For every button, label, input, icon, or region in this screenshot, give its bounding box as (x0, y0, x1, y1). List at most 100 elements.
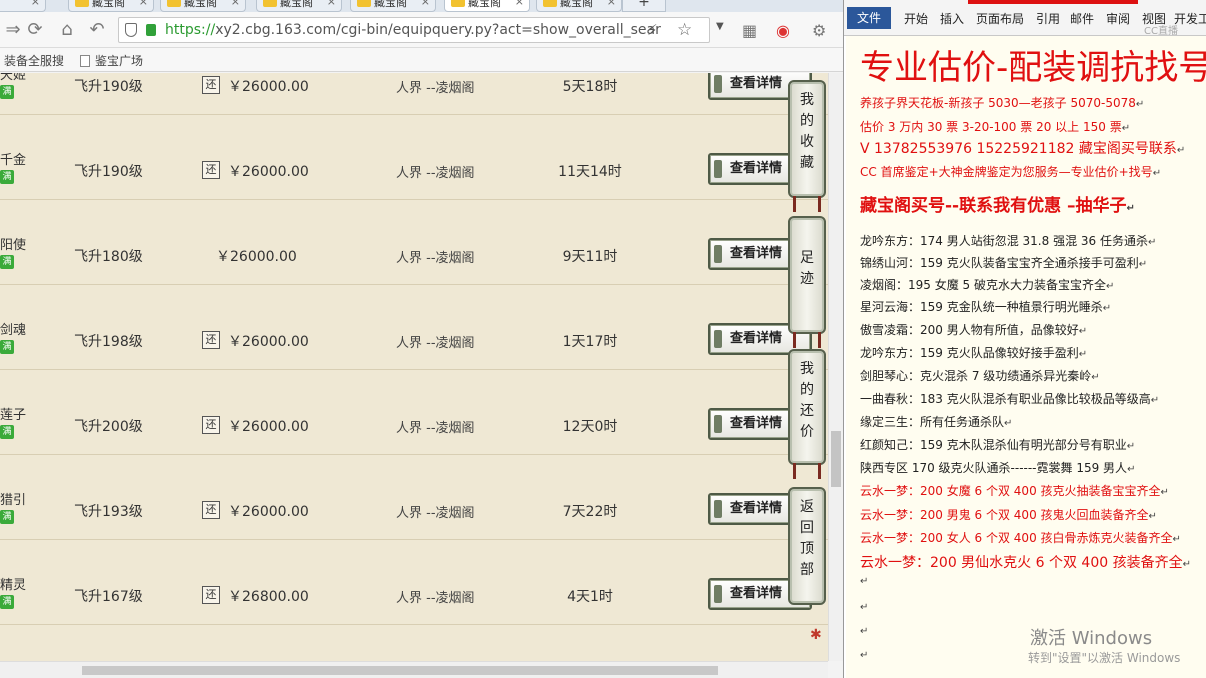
side-button-char: 收 (800, 134, 814, 150)
gamepad-icon[interactable]: ◉ (776, 21, 790, 40)
document-line: CC 首席鉴定+大神金牌鉴定为您服务—专业估价+找号↵ (860, 163, 1161, 180)
character-name[interactable]: 千金 (0, 149, 26, 168)
home-icon[interactable]: ⌂ (56, 19, 78, 41)
paragraph-mark: ↵ (1176, 145, 1186, 156)
character-name[interactable]: 阳使 (0, 234, 26, 253)
time-remaining: 1天17时 (562, 334, 618, 350)
horizontal-scrollbar[interactable] (0, 661, 828, 678)
activate-windows-hint: 转到"设置"以激活 Windows (1028, 651, 1181, 665)
chevron-down-icon[interactable]: ▼ (716, 21, 724, 32)
time-remaining: 9天11时 (562, 249, 618, 265)
listing-row: 剑魂满飞升198级还 ￥26000.00 人界 --凌烟阁 1天17时 查看详情 (0, 285, 828, 370)
document-line: 一曲春秋：183 克火队混杀有职业品像比较极品等级高↵ (860, 390, 1159, 407)
bookmark-item[interactable]: 鉴宝广场 (80, 52, 143, 69)
counter-offer-icon[interactable]: 还 (202, 331, 220, 349)
character-level: 飞升167级 (74, 589, 143, 605)
browser-tab[interactable]: 藏宝阁 × (444, 0, 530, 12)
star-icon[interactable]: ☆ (677, 18, 692, 42)
scrollbar-thumb[interactable] (82, 666, 718, 675)
browser-tab[interactable]: 藏宝阁 × (160, 0, 246, 12)
side-button-char: 我 (800, 361, 814, 377)
server-name: 人界 --凌烟阁 (396, 81, 475, 96)
character-name[interactable]: 剑魂 (0, 319, 26, 338)
url-text[interactable]: https://xy2.cbg.163.com/cgi-bin/equipque… (165, 18, 661, 42)
line-text: 龙吟东方：159 克火队品像较好接手盈利 (860, 346, 1079, 360)
paragraph-mark: ↵ (1127, 464, 1136, 475)
document-line: V 13782553976 15225921182 藏宝阁买号联系↵ (860, 138, 1185, 158)
toolbar-connector (793, 463, 821, 479)
decor-icon: ✱ (810, 627, 822, 643)
paragraph-mark: ↵ (1160, 487, 1169, 498)
tab-insert[interactable]: 插入 (940, 10, 964, 27)
tab-references[interactable]: 引用 (1036, 10, 1060, 27)
lock-icon (146, 24, 156, 36)
favicon-icon (451, 0, 465, 7)
character-name[interactable]: 天姬 (0, 73, 26, 83)
time-remaining: 5天18时 (562, 79, 618, 95)
paragraph-mark: ↵ (1078, 349, 1088, 360)
close-icon[interactable]: × (231, 0, 240, 8)
scrollbar-thumb[interactable] (831, 431, 841, 487)
counter-offer-icon[interactable]: 还 (202, 501, 220, 519)
character-name[interactable]: 精灵 (0, 574, 26, 593)
line-text: 陕西专区 170 级克火队通杀------霓裳舞 159 男人 (860, 461, 1128, 475)
document-line: 藏宝阁买号--联系我有优惠 –抽华子↵ (860, 191, 1135, 216)
footprints-button[interactable]: 足迹 (788, 216, 826, 334)
character-name[interactable]: 猎引 (0, 489, 26, 508)
browser-tab[interactable]: 藏宝阁 × (256, 0, 342, 12)
bookmark-item[interactable]: 装备全服搜 (4, 52, 64, 69)
close-icon[interactable]: × (515, 0, 524, 8)
browser-tab[interactable]: 藏宝阁 × (350, 0, 436, 12)
file-tab[interactable]: 文件 (847, 7, 891, 29)
lightning-icon[interactable]: ⚡︎ (647, 18, 658, 42)
counter-offer-icon[interactable]: 还 (202, 586, 220, 604)
price: ￥26000.00 (228, 334, 309, 350)
browser-tab[interactable]: 鉴宝× (0, 0, 46, 12)
side-button-char: 返 (800, 499, 814, 515)
close-icon[interactable]: × (31, 0, 40, 8)
address-toolbar: ⇒ ⟳ ⌂ ↶ https://xy2.cbg.163.com/cgi-bin/… (0, 12, 843, 48)
tab-review[interactable]: 审阅 (1106, 10, 1130, 27)
close-icon[interactable]: × (607, 0, 616, 8)
shield-icon (125, 23, 137, 37)
tab-developer[interactable]: 开发工 (1174, 10, 1206, 27)
document-line: 估价 3 万内 30 票 3-20-100 票 20 以上 150 票↵ (860, 118, 1130, 135)
counter-offer-icon[interactable]: 还 (202, 76, 220, 94)
tab-mailings[interactable]: 邮件 (1070, 10, 1094, 27)
back-to-top-button[interactable]: 返回顶部 (788, 487, 826, 605)
character-level: 飞升193级 (74, 504, 143, 520)
new-tab-button[interactable]: + (622, 0, 666, 12)
refresh-icon[interactable]: ⟳ (24, 19, 46, 41)
close-icon[interactable]: × (327, 0, 336, 8)
time-remaining: 7天22时 (562, 504, 618, 520)
close-icon[interactable]: × (421, 0, 430, 8)
time-remaining: 12天0时 (562, 419, 618, 435)
browser-tab[interactable]: 藏宝阁 × (536, 0, 622, 12)
listing-page: 天姬满飞升190级还 ￥26000.00 人界 --凌烟阁 5天18时 查看详情 千金满飞… (0, 73, 828, 661)
counter-offer-icon[interactable]: 还 (202, 416, 220, 434)
browser-tab[interactable]: 藏宝阁 × (68, 0, 154, 12)
character-name[interactable]: 莲子 (0, 404, 26, 423)
forward-icon[interactable]: ⇒ (2, 19, 24, 41)
my-favorites-button[interactable]: 我的收藏 (788, 80, 826, 198)
address-bar[interactable]: https://xy2.cbg.163.com/cgi-bin/equipque… (118, 17, 710, 43)
grid-icon[interactable]: ▦ (742, 21, 757, 40)
document-page[interactable]: 专业估价-配装调抗找号 激活 Windows 转到"设置"以激活 Windows… (846, 36, 1206, 678)
line-text: V 13782553976 15225921182 藏宝阁买号联系 (860, 141, 1177, 157)
tab-layout[interactable]: 页面布局 (976, 10, 1024, 27)
character-level: 飞升190级 (74, 164, 143, 180)
close-icon[interactable]: × (139, 0, 148, 8)
paragraph-mark: ↵ (1078, 326, 1088, 337)
paragraph-mark: ↵ (1105, 281, 1115, 292)
tab-label: 藏宝阁 (92, 0, 125, 9)
paragraph-mark: ↵ (1147, 237, 1157, 248)
wrench-icon[interactable]: ⚙ (812, 21, 826, 40)
counter-offer-icon[interactable]: 还 (202, 161, 220, 179)
document-line: 云水一梦：200 女魔 6 个双 400 孩克火抽装备宝宝齐全↵ (860, 482, 1169, 499)
tab-home[interactable]: 开始 (904, 10, 928, 27)
line-text: 云水一梦：200 女魔 6 个双 400 孩克火抽装备宝宝齐全 (860, 484, 1161, 498)
my-offers-button[interactable]: 我的还价 (788, 349, 826, 465)
undo-icon[interactable]: ↶ (86, 19, 108, 41)
time-remaining: 11天14时 (558, 164, 622, 180)
vertical-scrollbar[interactable] (828, 73, 843, 661)
